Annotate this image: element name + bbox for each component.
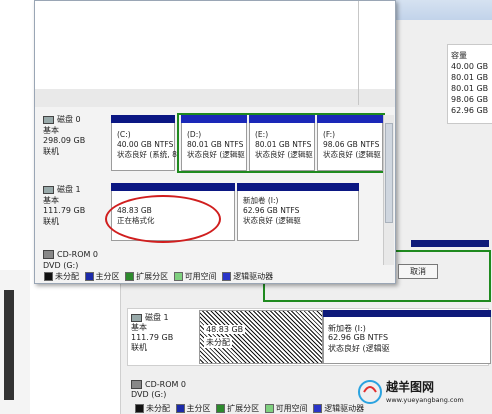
- cdrom-label[interactable]: CD-ROM 0 DVD (G:): [43, 250, 98, 271]
- partition-f[interactable]: (F:) 98.06 GB NTFS 状态良好 (逻辑驱: [317, 115, 383, 171]
- partition-e[interactable]: (E:) 80.01 GB NTFS 状态良好 (逻辑驱: [249, 115, 315, 171]
- background-disk1-label: 磁盘 1 基本 111.79 GB 联机: [131, 313, 174, 352]
- disk-icon: [43, 115, 54, 124]
- capacity-cell: 40.00 GB: [451, 62, 489, 71]
- background-unallocated-partition: 48.83 GB 未分配: [199, 310, 323, 364]
- legend-swatch: [222, 272, 232, 281]
- cancel-button[interactable]: 取消: [398, 264, 438, 279]
- capacity-cell: 62.96 GB: [451, 106, 489, 115]
- disk0-label[interactable]: 磁盘 0 基本 298.09 GB 联机: [43, 115, 85, 157]
- legend-swatch: [264, 404, 274, 413]
- watermark: 越羊图网 www.yueyangbang.com: [356, 376, 488, 408]
- legend-swatch: [84, 272, 94, 281]
- logical-drive-bar: [249, 115, 315, 123]
- primary-partition-bar: [111, 183, 235, 191]
- disk1-label[interactable]: 磁盘 1 基本 111.79 GB 联机: [43, 185, 85, 227]
- watermark-title: 越羊图网: [386, 380, 435, 394]
- capacity-cell: 80.01 GB: [451, 84, 489, 93]
- background-partition-bar: [411, 240, 489, 247]
- volume-list-footer: [35, 89, 395, 107]
- legend-swatch: [135, 404, 144, 413]
- background-volume-i: 新加卷 (I:) 62.96 GB NTFS 状态良好 (逻辑驱: [323, 310, 491, 364]
- scrollbar-thumb[interactable]: [385, 123, 393, 223]
- background-legend: 未分配 主分区 扩展分区 可用空间 逻辑驱动器: [132, 403, 364, 414]
- watermark-url: www.yueyangbang.com: [386, 396, 464, 404]
- legend-swatch: [125, 272, 135, 281]
- background-cdrom-label: CD-ROM 0 DVD (G:): [131, 380, 187, 399]
- disk1-row: 磁盘 1 基本 111.79 GB 联机 48.83 GB 正在格式化 新加卷 …: [39, 181, 381, 243]
- legend-swatch: [216, 404, 226, 413]
- legend-swatch: [313, 404, 323, 413]
- capacity-cell: 80.01 GB: [451, 73, 489, 82]
- partition-d[interactable]: (D:) 80.01 GB NTFS 状态良好 (逻辑驱: [181, 115, 247, 171]
- cdrom-icon: [43, 250, 54, 259]
- legend-swatch: [173, 272, 183, 281]
- primary-partition-bar: [111, 115, 175, 123]
- red-highlight-circle: [105, 195, 221, 243]
- partition-c[interactable]: (C:) 40.00 GB NTFS 状态良好 (系统, 8: [111, 115, 177, 171]
- capacity-cell: 98.06 GB: [451, 95, 489, 104]
- vertical-scrollbar[interactable]: [383, 115, 394, 265]
- backdrop-strip: [0, 270, 30, 414]
- cdrom-icon: [131, 380, 142, 389]
- disk-icon: [131, 313, 142, 322]
- logical-drive-bar: [317, 115, 383, 123]
- disk-icon: [43, 185, 54, 194]
- legend-swatch: [44, 272, 53, 281]
- logical-drive-bar: [237, 183, 359, 191]
- column-divider: [358, 1, 359, 105]
- disk0-row: 磁盘 0 基本 298.09 GB 联机 (C:) 40.00 GB NTFS …: [39, 111, 385, 177]
- legend: 未分配 主分区 扩展分区 可用空间 逻辑驱动器: [41, 271, 273, 282]
- capacity-header: 容量: [451, 51, 467, 60]
- logical-drive-bar: [181, 115, 247, 123]
- cdrom-row: CD-ROM 0 DVD (G:): [39, 247, 381, 271]
- disk-management-window: 磁盘 0 基本 298.09 GB 联机 (C:) 40.00 GB NTFS …: [34, 0, 396, 284]
- legend-swatch: [175, 404, 185, 413]
- partition-volume-i[interactable]: 新加卷 (I:) 62.96 GB NTFS 状态良好 (逻辑驱: [237, 183, 359, 241]
